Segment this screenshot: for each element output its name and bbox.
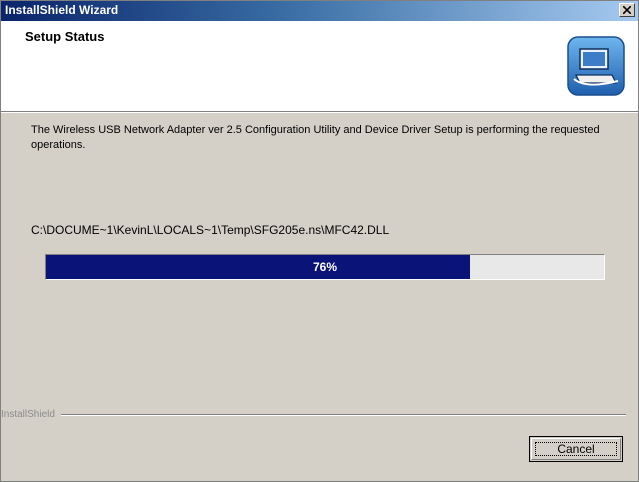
progress-percent-label: 76% — [312, 260, 338, 274]
computer-setup-icon — [566, 35, 626, 97]
brand-label: InstallShield — [1, 408, 59, 422]
window-title: InstallShield Wizard — [5, 3, 119, 17]
header-panel: Setup Status — [1, 21, 638, 111]
close-icon — [623, 6, 631, 14]
status-description: The Wireless USB Network Adapter ver 2.5… — [31, 124, 600, 151]
brand-divider: InstallShield — [1, 408, 638, 422]
cancel-button[interactable]: Cancel — [529, 436, 623, 462]
progress-bar: 76% — [45, 254, 605, 280]
header-divider — [1, 111, 638, 113]
close-button[interactable] — [619, 3, 635, 17]
cancel-button-label: Cancel — [557, 442, 595, 456]
installer-window: InstallShield Wizard Setup Status The Wi… — [0, 0, 639, 482]
brand-rule — [61, 414, 626, 416]
page-title: Setup Status — [25, 29, 105, 44]
current-file-path: C:\DOCUME~1\KevinL\LOCALS~1\Temp\SFG205e… — [31, 223, 390, 237]
title-bar[interactable]: InstallShield Wizard — [1, 1, 638, 21]
